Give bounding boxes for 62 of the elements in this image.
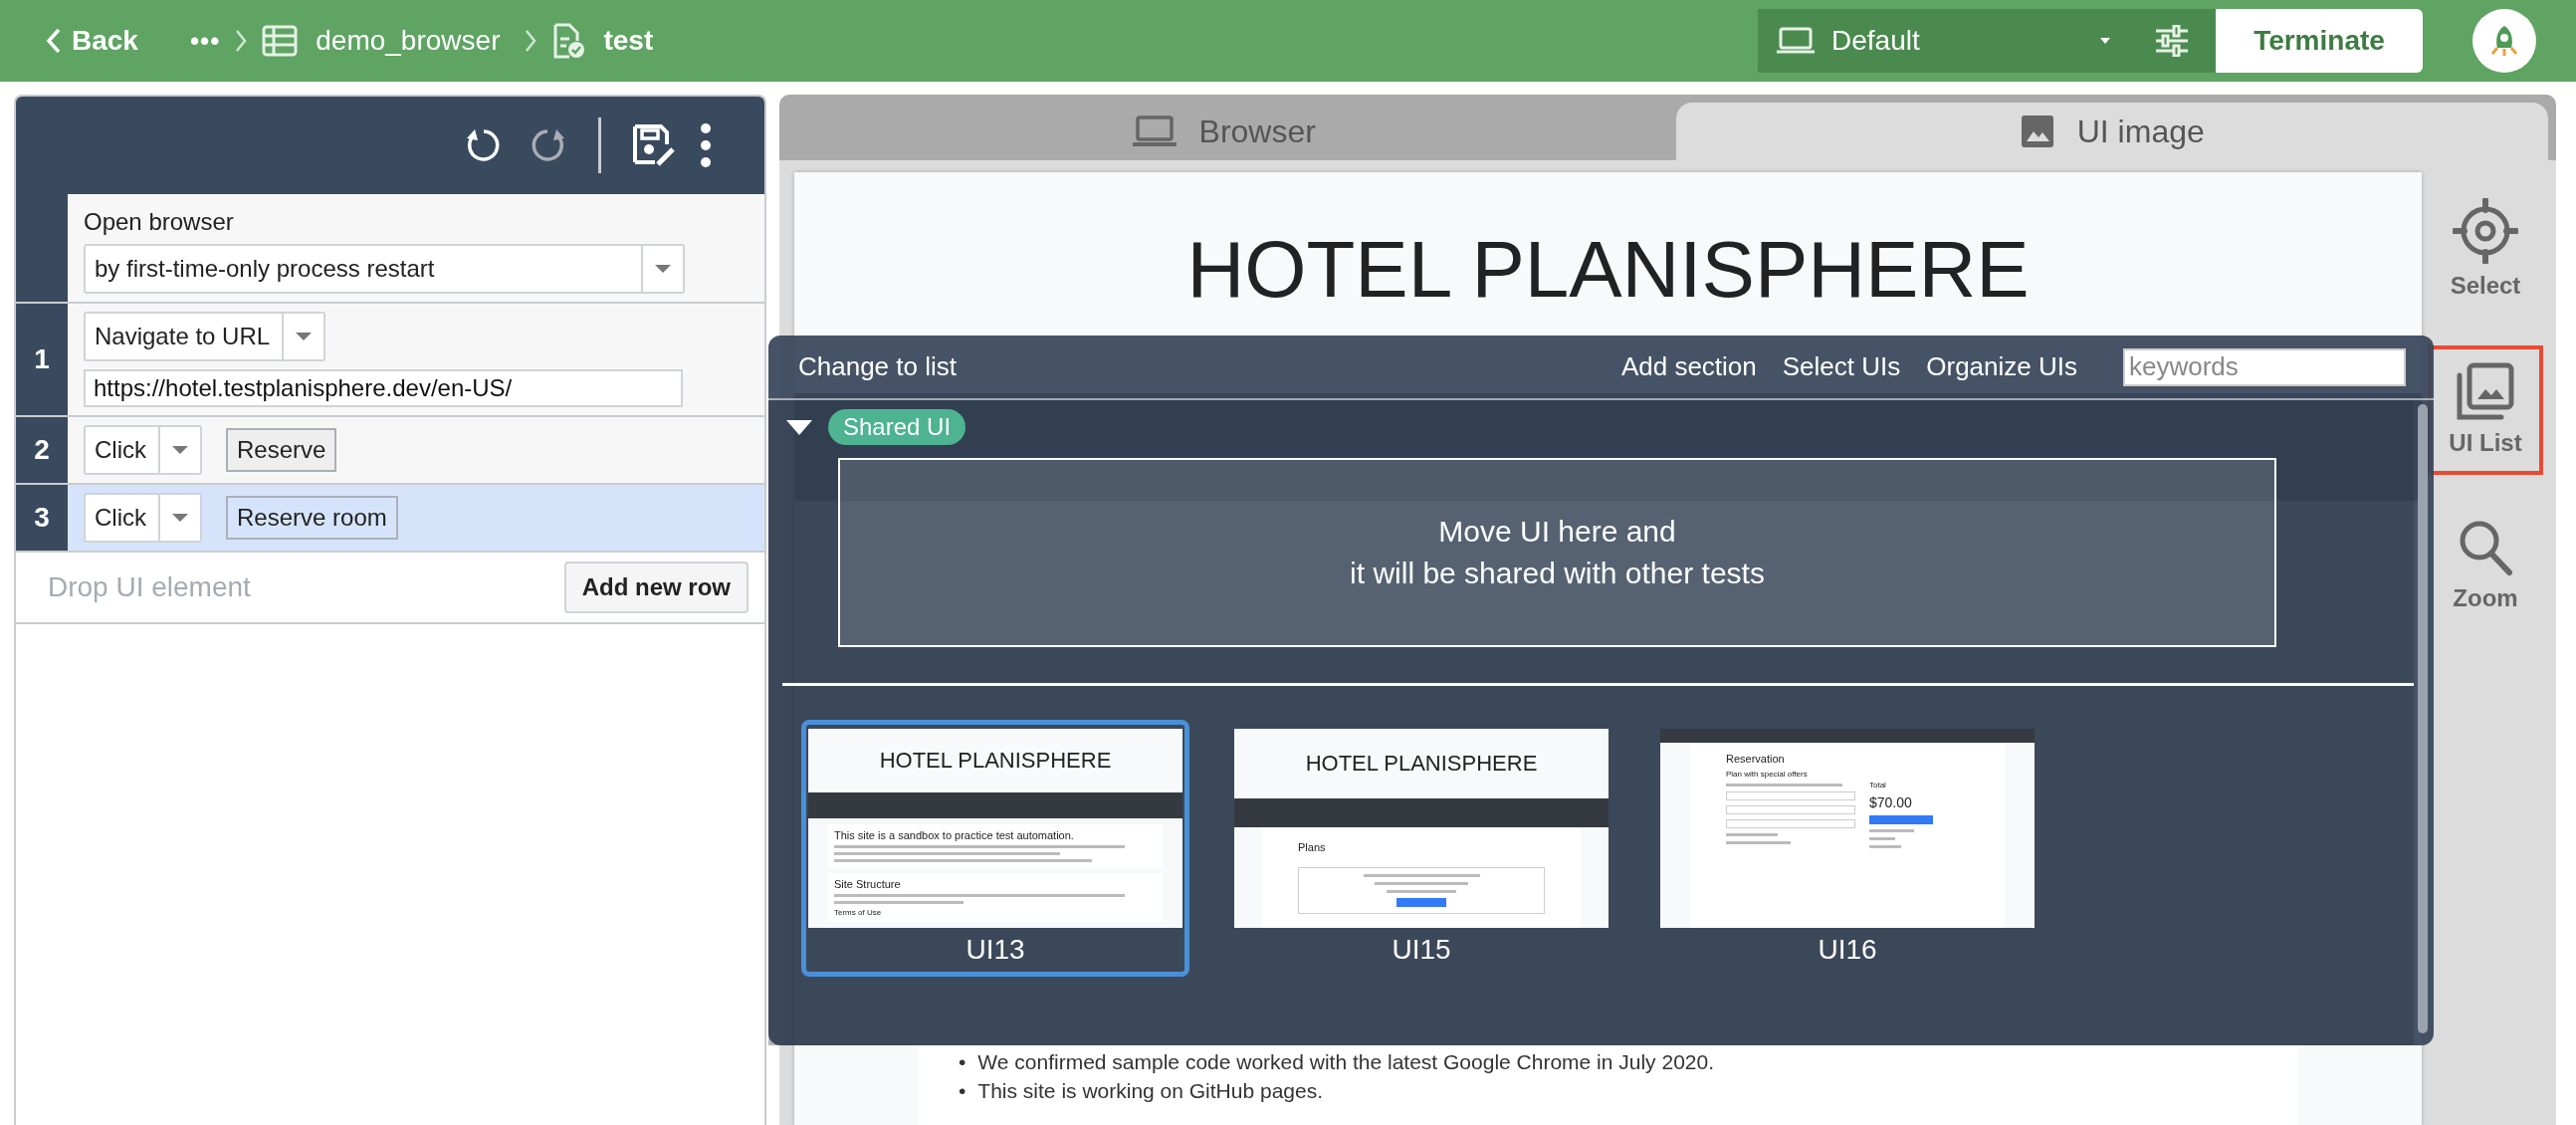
chevron-icon <box>524 28 538 54</box>
action-link[interactable]: Add section <box>1620 351 1757 382</box>
more-vertical-icon[interactable] <box>699 122 713 168</box>
action-dropdown[interactable]: Navigate to URL <box>84 312 326 361</box>
ui-thumbnail: Reservation Plan with special offers Total $70.00 <box>1660 729 2035 928</box>
view-tab[interactable]: UI image <box>1675 103 2548 160</box>
step-title: Open browser <box>84 208 235 236</box>
caret-icon <box>295 332 314 341</box>
drop-hint: it will be shared with other tests <box>1350 557 1765 590</box>
action-link[interactable]: Organize UIs <box>1926 351 2077 382</box>
ui-name: UI16 <box>1818 933 1877 967</box>
image-icon <box>2019 113 2055 149</box>
tool-button[interactable]: Select <box>2428 182 2543 318</box>
ui-thumbnail: HOTEL PLANISPHERE This site is a sandbox to practice test automation. Site Structure Terms of Use <box>808 729 1182 928</box>
search-icon <box>2458 519 2513 576</box>
images-stack-icon <box>2456 361 2515 421</box>
tool-button[interactable]: Zoom <box>2428 503 2543 630</box>
ui-item[interactable]: Reservation Plan with special offers Total $70.00 UI16 <box>1653 720 2041 977</box>
ui-thumbnail: HOTEL PLANISPHERE Plans <box>1234 729 1609 928</box>
step-row[interactable]: Open browser by first-time-only process restart <box>16 194 764 304</box>
target-element-chip[interactable]: Reserve room <box>226 496 398 540</box>
environment-selector[interactable]: Default <box>1758 9 2128 73</box>
target-element-chip[interactable]: Reserve <box>226 428 337 472</box>
expand-triangle-icon[interactable] <box>784 417 814 437</box>
ui-item[interactable]: HOTEL PLANISPHERE This site is a sandbox to practice test automation. Site Structure Terms of Use UI13 <box>801 720 1189 977</box>
table-icon <box>262 25 299 57</box>
bullet-marker: • <box>959 1049 966 1075</box>
chevron-icon <box>234 28 249 54</box>
settings-button[interactable] <box>2128 9 2216 73</box>
crosshair-icon <box>2453 198 2518 264</box>
save-edit-icon[interactable] <box>631 122 677 168</box>
document-check-icon <box>551 23 586 59</box>
caret-icon <box>2098 36 2112 46</box>
step-row[interactable]: 1 Navigate to URL https://hotel.testplanisphere.dev/en-US/ <box>16 304 764 417</box>
bullet-marker: • <box>959 1078 966 1104</box>
ui-name: UI13 <box>966 933 1025 967</box>
search-field[interactable]: keywords <box>2123 347 2406 386</box>
step-number: 3 <box>16 485 68 551</box>
laptop-icon <box>1131 114 1178 148</box>
ui-name: UI15 <box>1392 933 1451 967</box>
url-field[interactable]: https://hotel.testplanisphere.dev/en-US/ <box>84 369 683 407</box>
action-link[interactable]: Select UIs <box>1782 351 1901 382</box>
caret-icon <box>171 445 189 455</box>
step-row[interactable]: 3 Click Reserve room <box>16 485 764 553</box>
add-row-button[interactable]: Add new row <box>563 562 749 613</box>
step-row[interactable]: 2 Click Reserve <box>16 417 764 485</box>
option-dropdown[interactable]: by first-time-only process restart <box>84 244 685 294</box>
step-number: 1 <box>16 304 68 415</box>
ui-item[interactable]: HOTEL PLANISPHERE Plans UI15 <box>1227 720 1615 977</box>
caret-icon <box>171 513 189 523</box>
list-item: We confirmed sample code worked with the latest Google Chrome in July 2020. <box>977 1049 1714 1075</box>
sliders-icon <box>2154 25 2190 57</box>
site-title: HOTEL PLANISPHERE <box>1186 230 2030 310</box>
drop-hint: Move UI here and <box>1438 515 1676 549</box>
caret-icon <box>654 264 672 274</box>
action-dropdown[interactable]: Click <box>84 493 202 543</box>
action-dropdown[interactable]: Click <box>84 425 202 475</box>
list-item: This site is working on GitHub pages. <box>977 1078 1323 1104</box>
step-number: 2 <box>16 417 68 483</box>
terminate-button[interactable]: Terminate <box>2216 9 2423 73</box>
change-view-link[interactable]: Change to list <box>798 351 957 382</box>
laptop-icon <box>1776 26 1816 56</box>
